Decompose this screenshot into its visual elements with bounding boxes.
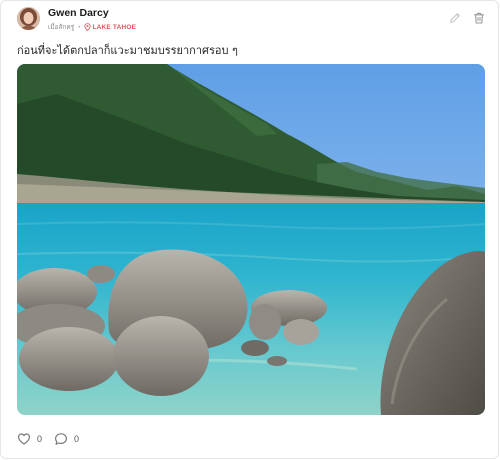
likes-count: 0 <box>37 434 43 444</box>
meta-separator: • <box>78 23 81 31</box>
pencil-icon[interactable] <box>448 11 462 25</box>
post-actions <box>448 11 486 25</box>
post-location[interactable]: LAKE TAHOE <box>92 24 136 31</box>
like-stat[interactable]: 0 <box>17 432 42 446</box>
post-card: Gwen Darcy เมื่อสักครู่ • LAKE TAHOE ก่อ… <box>0 0 499 459</box>
post-header: Gwen Darcy เมื่อสักครู่ • LAKE TAHOE <box>17 7 486 33</box>
heart-icon[interactable] <box>17 432 31 446</box>
map-pin-icon <box>84 23 92 31</box>
trash-icon[interactable] <box>472 11 486 25</box>
post-photo[interactable] <box>17 64 485 415</box>
comment-stat[interactable]: 0 <box>54 432 79 446</box>
comment-bubble-icon[interactable] <box>54 432 68 446</box>
author-avatar[interactable] <box>17 7 40 30</box>
author-name[interactable]: Gwen Darcy <box>48 7 109 19</box>
comments-count: 0 <box>74 434 80 444</box>
post-footer: 0 0 <box>17 432 91 446</box>
post-meta: เมื่อสักครู่ • LAKE TAHOE <box>48 22 136 32</box>
post-caption: ก่อนที่จะได้ตกปลาก็แวะมาชมบรรยากาศรอบ ๆ <box>17 44 238 57</box>
post-time: เมื่อสักครู่ <box>48 23 75 31</box>
